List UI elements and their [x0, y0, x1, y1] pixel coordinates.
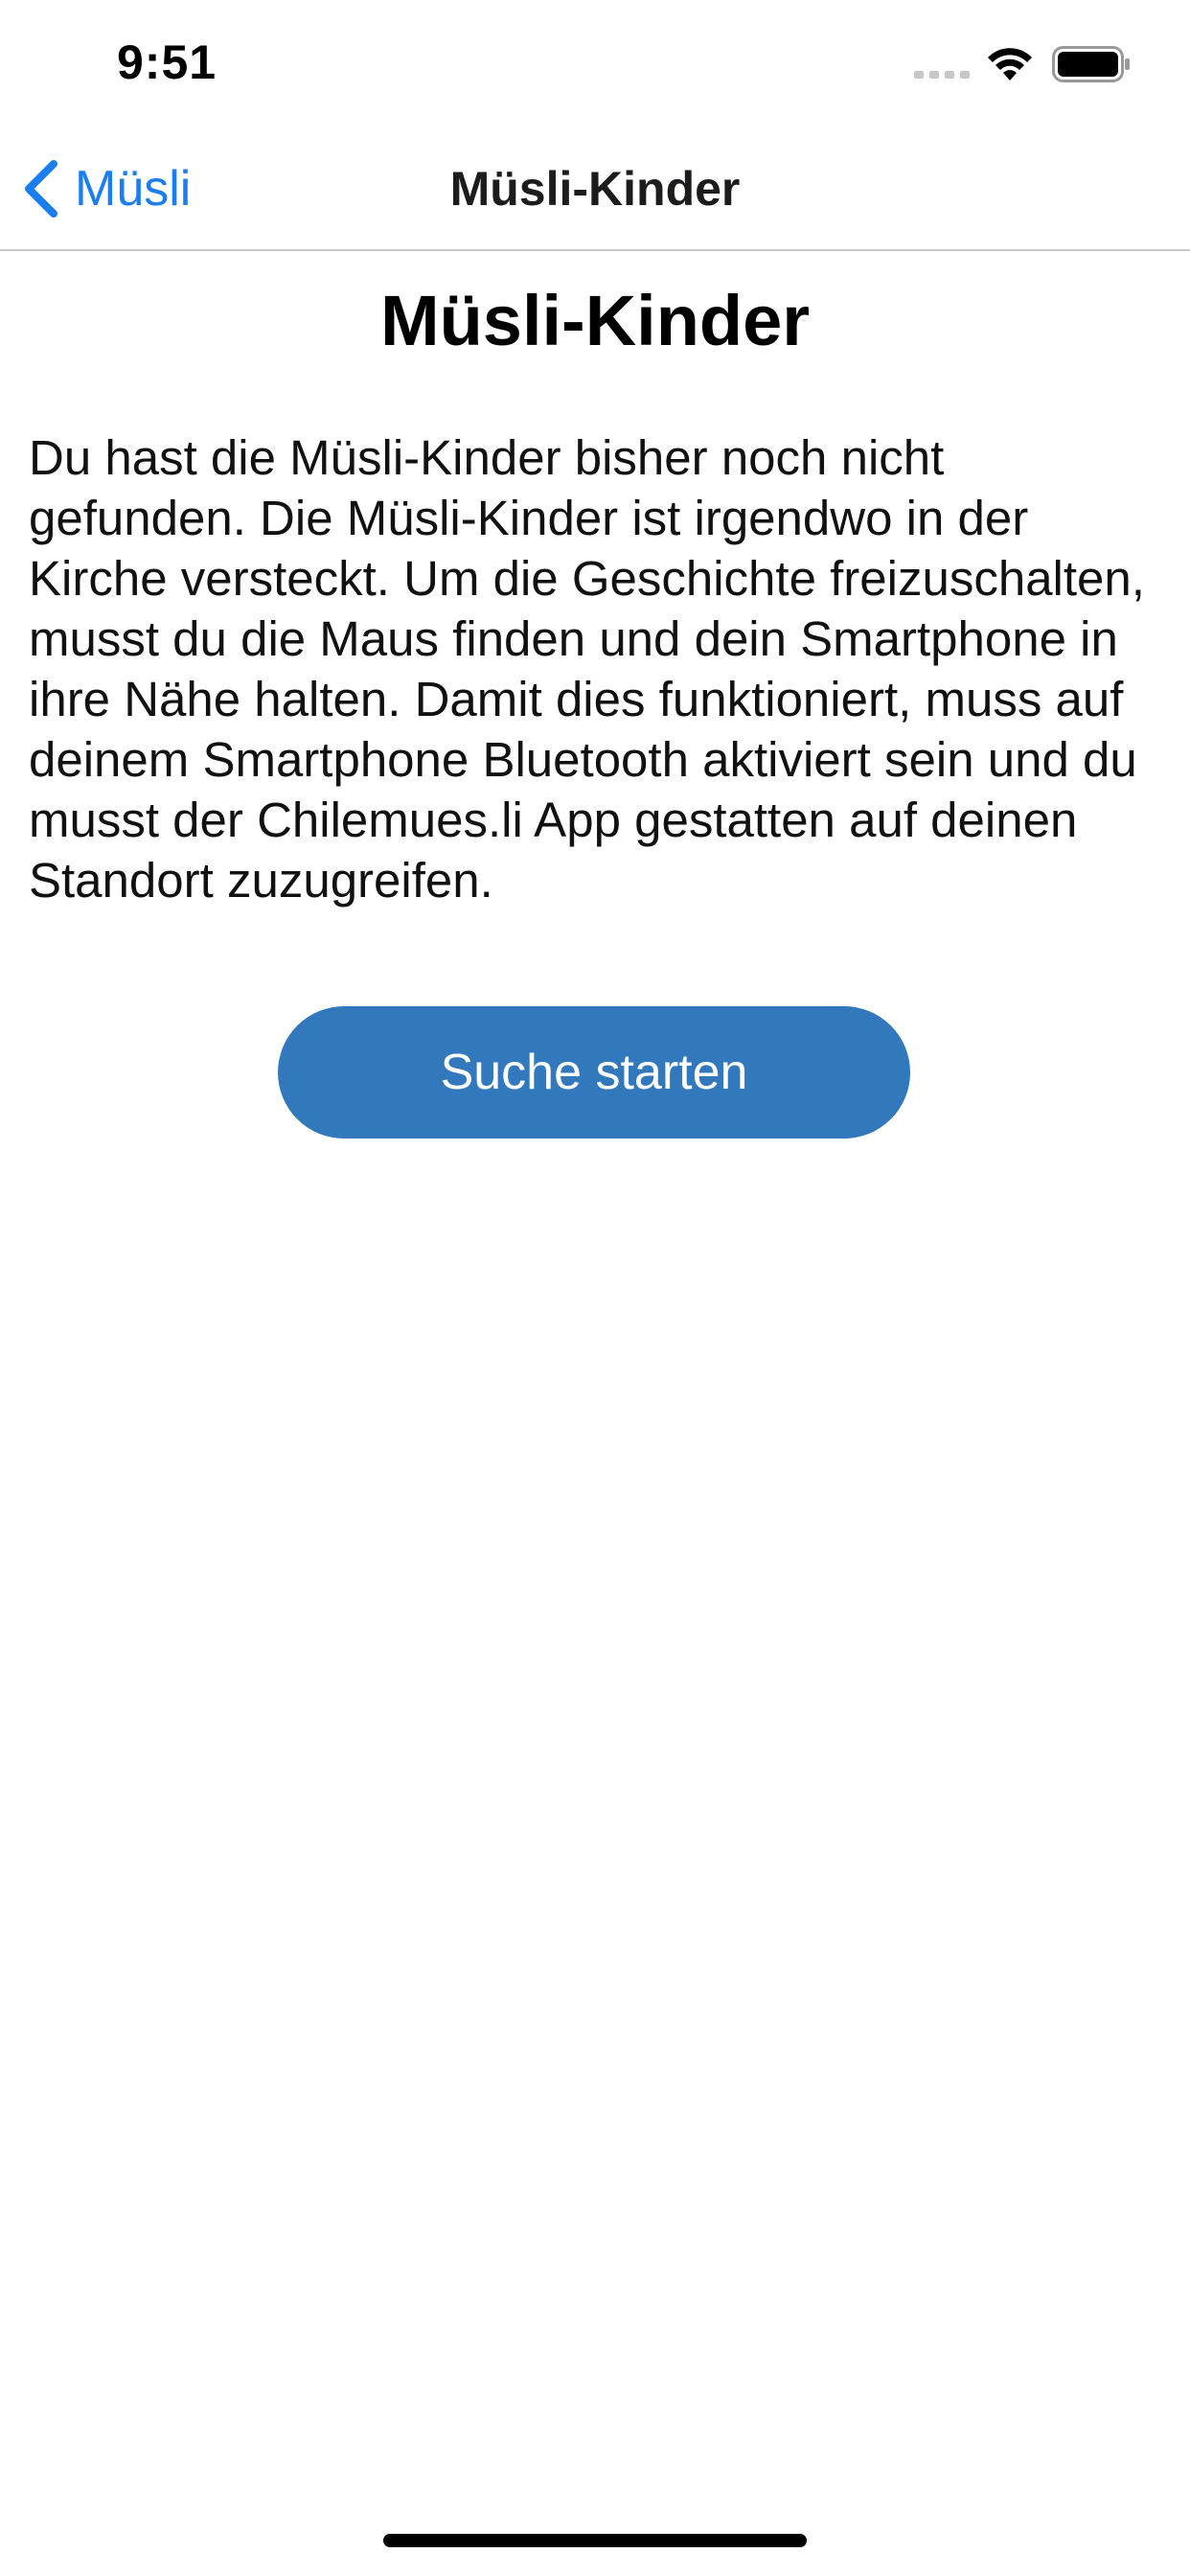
page-title: Müsli-Kinder: [379, 281, 811, 360]
navigation-bar: Müsli Müsli-Kinder: [0, 126, 1190, 251]
home-indicator[interactable]: [383, 2534, 807, 2547]
wifi-icon: [988, 48, 1032, 80]
status-bar: 9:51: [0, 0, 1190, 126]
description-text: Du hast die Müsli-Kinder bisher noch nic…: [29, 430, 1145, 908]
nav-title: Müsli-Kinder: [449, 162, 741, 216]
status-time: 9:51: [117, 35, 217, 89]
cellular-signal-icon: [914, 71, 970, 79]
start-search-button[interactable]: Suche starten: [278, 1006, 910, 1138]
battery-icon: [1052, 46, 1130, 82]
